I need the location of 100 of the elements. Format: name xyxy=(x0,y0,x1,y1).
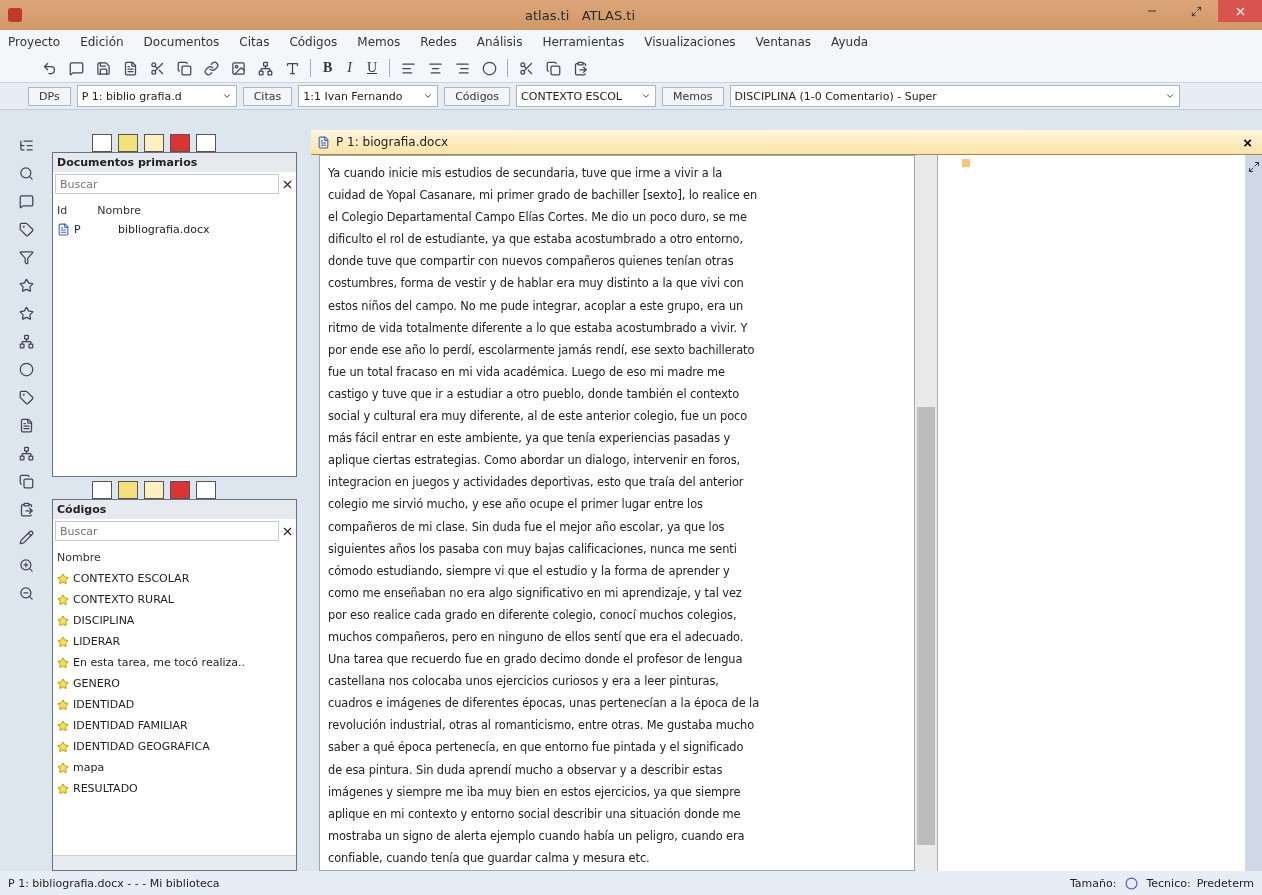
sidebar-tool-icon[interactable] xyxy=(17,304,35,322)
toolbar-icon[interactable] xyxy=(67,59,85,77)
scroll-bar[interactable] xyxy=(915,155,937,871)
status-label: Tecnico: xyxy=(1146,876,1191,890)
panel-title: Documentos primarios xyxy=(53,153,296,172)
document-paragraph: Ya cuando inicie mis estudios de secundaria, tuve que irme a vivir a la cuidad de Yopal Casanare, mi primer grado de bachiller [sexto], lo realice en el Colegio Departamental Campo Elías Cortes. Me dio un poco duro, se me dificulto el rol de estudiante, ya que estaba acostumbrado a otro entorno, donde tuve que compartir con nuevos compañeros quienes tenían otras costumbres, forma de vestir y de hablar era muy distinto a la que vivi con estos niños del campo. No me pude integrar, acoplar a este grupo, era un ritmo de vida totalmente diferente a lo que estaba acostumbrado a vivir. Y por ende ese año lo perdí, escolarmente jamás rendí, ese sexto bachillerato fue un total fracaso en mi vida académica. Luego de eso mi madre me castigo y tuve que ir a estudiar a otro pueblo, donde también el contexto social y cultural era muy diferente, al de este anterior colegio, fue un poco más fácil entrar en este ambiente, ya que tenía experiencias pasadas y aplique ciertas estrategias. Como abordar un dialogo, intervenir en foros, integracion en juegos y actividades deportivas, esto que traía del anterior colegio me sirvió mucho, y ese año ocupe el primer lugar entre los compañeros de mi clase. Sin duda fue el mejor año escolar, ya que los siguientes años los pasaba con muy bajas calificaciones, nunca me senti cómodo estudiando, siempre vi que el estudio y la forma de aprender y como me enseñaban no era algo significativo en mi aprendizaje, y tal vez por eso realice cada grado en diferente colegio, conocí muchos colegios, muchos compañeros, pero en ninguno de ellos sentí que era el adecuado. Una tarea que recuerdo fue en grado decimo donde el profesor de lengua castellana nos colocaba unos ejercicios curiosos y era a leer pinturas, cuadros e imágenes de diferentes épocas, unas pertenecían a la época de la revolución industrial, otras al romanticismo, entre otras. Me gustaba mucho saber a qué época pertenecía, en que entorno fue pintada y el significado de esa pintura. Sin duda aprendí mucho a observar y a describir estas imágenes y siempre me iba muy bien en estos ejercicios, ya que siempre aplique en mi contexto y entorno social describir una situación donde me mostraba un signo de alerta ejemplo cuando había un peligro, cuando era confiable, cuando tenía que guardar calma y mesura etc. xyxy=(328,165,760,867)
toolbar-icon[interactable] xyxy=(175,59,193,77)
format-button[interactable]: B xyxy=(320,60,336,76)
panel-tab[interactable] xyxy=(144,481,164,499)
menu-item[interactable]: Proyecto xyxy=(8,35,61,49)
window-title: atlas.ti ATLAS.ti xyxy=(524,7,636,23)
column-header[interactable]: Id xyxy=(57,204,68,217)
sidebar-tool-icon[interactable] xyxy=(17,248,35,266)
document-title: P 1: biografia.docx xyxy=(336,135,450,149)
toolbar-icon[interactable] xyxy=(256,59,274,77)
format-button[interactable]: I xyxy=(344,60,355,76)
selector-dropdown[interactable]: P 1: biblio grafia.d xyxy=(76,85,237,107)
table-cell[interactable]: P xyxy=(74,223,114,236)
toolbar-icon[interactable] xyxy=(544,59,563,77)
scroll-bar[interactable] xyxy=(53,855,296,870)
menu-item[interactable]: Ventanas xyxy=(755,35,812,49)
selector-button[interactable]: Citas xyxy=(242,86,293,106)
menu-item[interactable]: Herramientas xyxy=(542,35,625,49)
sidebar-tool-icon[interactable] xyxy=(17,164,35,182)
sidebar-tool-icon[interactable] xyxy=(17,388,35,406)
app-icon xyxy=(8,8,22,22)
sidebar-tool-icon[interactable] xyxy=(17,556,35,574)
margin-marker xyxy=(962,159,970,167)
panel-tab[interactable] xyxy=(196,134,216,152)
code-item[interactable]: RESULTADO xyxy=(53,778,296,799)
column-header[interactable]: Nombre xyxy=(57,551,101,564)
document-text-area[interactable] xyxy=(319,155,915,871)
toolbar-icon[interactable] xyxy=(148,59,166,77)
star-icon xyxy=(57,740,69,753)
code-item[interactable]: IDENTIDAD xyxy=(53,694,296,715)
code-item[interactable]: CONTEXTO ESCOLAR xyxy=(53,568,296,589)
code-item[interactable]: CONTEXTO RURAL xyxy=(53,589,296,610)
toolbar-icon[interactable] xyxy=(202,59,220,77)
sidebar-tool-icon[interactable] xyxy=(17,360,35,378)
close-button[interactable]: × xyxy=(1239,133,1256,151)
document-icon xyxy=(57,223,70,236)
star-icon xyxy=(57,761,69,774)
selector-button[interactable]: DPs xyxy=(28,86,71,106)
selector-dropdown[interactable]: CONTEXTO ESCOL xyxy=(516,85,657,107)
code-item[interactable]: mapa xyxy=(53,757,296,778)
star-icon xyxy=(57,656,69,669)
code-item[interactable]: IDENTIDAD FAMILIAR xyxy=(53,715,296,736)
chevron-down-icon xyxy=(641,91,652,101)
panel-tab[interactable] xyxy=(144,134,164,152)
sidebar-tool-icon[interactable] xyxy=(17,332,35,350)
menu-item[interactable]: Memos xyxy=(357,35,401,49)
panel-tab[interactable] xyxy=(118,481,138,499)
status-text: P 1: bibliografia.docx - - - Mi biblioteca xyxy=(8,876,220,890)
code-item[interactable]: IDENTIDAD GEOGRAFICA xyxy=(53,736,296,757)
maximize-icon xyxy=(1190,5,1202,17)
sidebar-tool-icon[interactable] xyxy=(17,220,35,238)
toolbar-icon[interactable] xyxy=(94,59,112,77)
panel-tab[interactable] xyxy=(92,481,112,499)
menu-item[interactable]: Documentos xyxy=(143,35,220,49)
menu-item[interactable]: Edición xyxy=(80,35,124,49)
sidebar-tool-icon[interactable] xyxy=(17,444,35,462)
chevron-down-icon xyxy=(1164,91,1175,101)
selector-dropdown[interactable]: DISCIPLINA (1-0 Comentario) - Super xyxy=(729,85,1180,107)
code-item[interactable]: LIDERAR xyxy=(53,631,296,652)
sidebar-tool-icon[interactable] xyxy=(17,276,35,294)
star-icon xyxy=(57,719,69,732)
column-header[interactable]: Nombre xyxy=(97,204,141,217)
star-icon xyxy=(57,698,69,711)
code-item[interactable]: En esta tarea, me tocó realiza.. xyxy=(53,652,296,673)
menu-item[interactable]: Citas xyxy=(239,35,270,49)
code-item[interactable]: DISCIPLINA xyxy=(53,610,296,631)
sidebar-tool-icon[interactable] xyxy=(17,528,35,546)
selector-button[interactable]: Memos xyxy=(662,86,724,106)
chevron-down-icon xyxy=(423,91,434,101)
menu-item[interactable]: Visualizaciones xyxy=(644,35,736,49)
panel-tab[interactable] xyxy=(92,134,112,152)
search-field[interactable]: Buscar xyxy=(55,521,279,541)
status-label: Tamaño: xyxy=(1069,876,1117,890)
selector-button[interactable]: Códigos xyxy=(444,86,511,106)
chevron-down-icon xyxy=(221,91,232,101)
panel-tab[interactable] xyxy=(118,134,138,152)
menu-item[interactable]: Redes xyxy=(420,35,457,49)
sidebar-tool-icon[interactable] xyxy=(17,192,35,210)
menu-item[interactable]: Códigos xyxy=(289,35,338,49)
search-field[interactable]: Buscar xyxy=(55,174,279,194)
code-item[interactable]: GENERO xyxy=(53,673,296,694)
toolbar-icon[interactable] xyxy=(480,59,499,77)
format-button[interactable]: U xyxy=(364,60,381,76)
star-icon xyxy=(57,572,69,585)
panel-tab[interactable] xyxy=(196,481,216,499)
table-cell[interactable]: bibliografia.docx xyxy=(118,223,210,236)
star-icon xyxy=(57,614,69,627)
menu-item[interactable]: Análisis xyxy=(476,35,523,49)
star-icon xyxy=(57,593,69,606)
sidebar-tool-icon[interactable] xyxy=(17,472,35,490)
sidebar-tool-icon[interactable] xyxy=(17,584,35,602)
toolbar-icon[interactable] xyxy=(229,59,247,77)
menu-item[interactable]: Ayuda xyxy=(831,35,869,49)
panel-title: Códigos xyxy=(53,500,296,519)
selector-dropdown[interactable]: 1:1 Ivan Fernando xyxy=(298,85,439,107)
